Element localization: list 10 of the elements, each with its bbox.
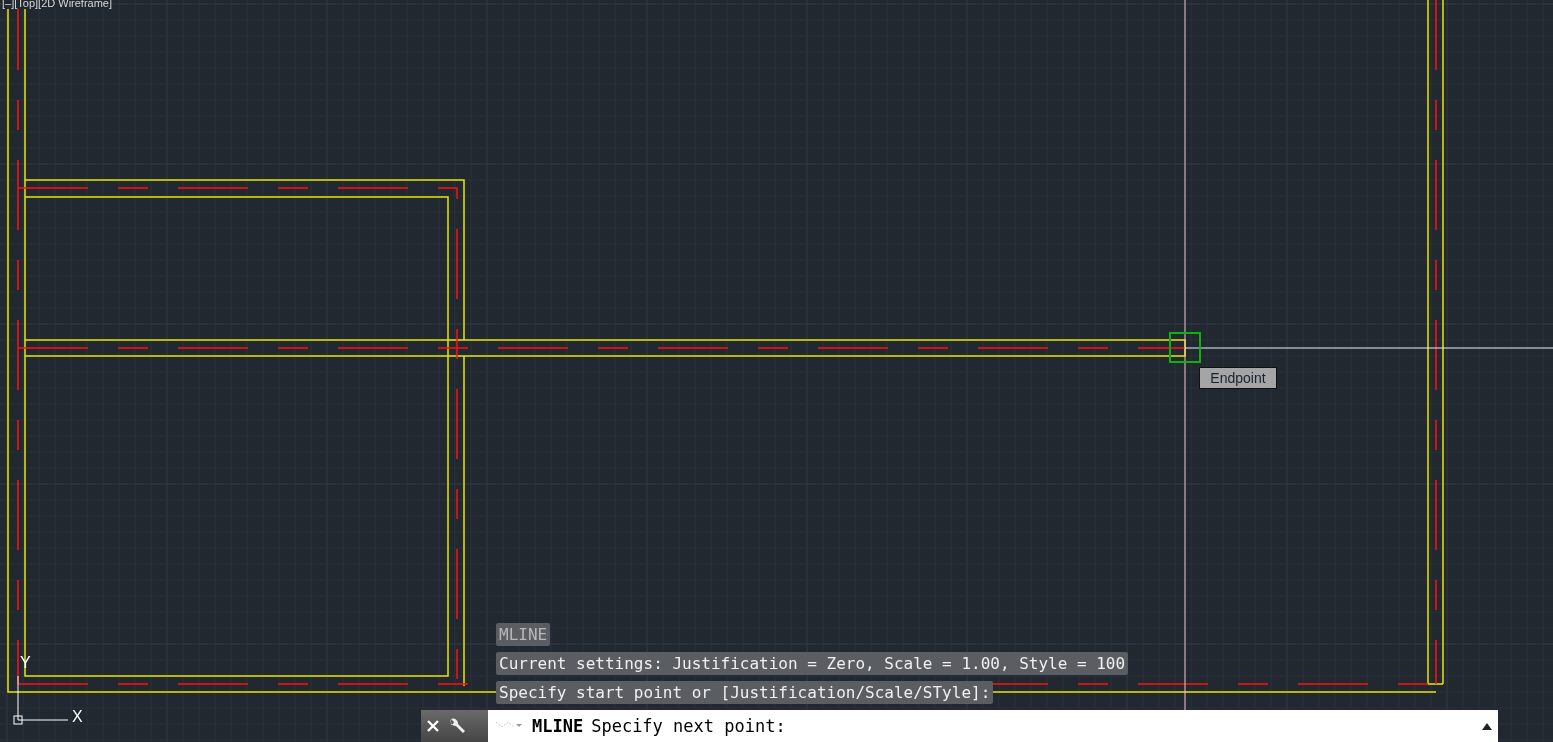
axis-label: X [72, 708, 83, 725]
command-input-field[interactable]: MLINE Specify next point: [488, 710, 1498, 742]
expand-history-icon[interactable] [1482, 722, 1492, 730]
viewport-label[interactable]: [–][Top][2D Wireframe] [2, 0, 113, 9]
close-icon[interactable] [425, 718, 441, 734]
command-line-grip[interactable] [421, 710, 488, 742]
snap-tooltip: Endpoint [1199, 367, 1277, 389]
command-prompt: Specify next point: [591, 716, 786, 736]
ucs-icon [13, 675, 69, 725]
command-name: MLINE [532, 716, 584, 736]
